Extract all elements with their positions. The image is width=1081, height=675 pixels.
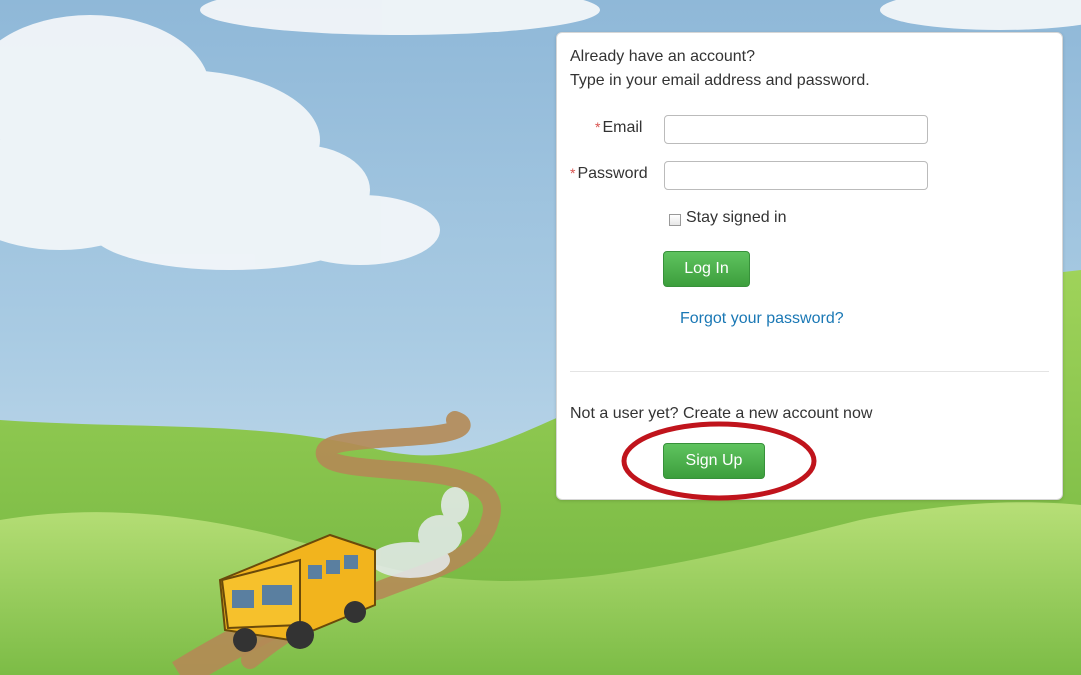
intro-line-2: Type in your email address and password. — [570, 72, 870, 89]
password-label: * Password — [570, 165, 648, 183]
stay-signed-in-checkbox[interactable] — [669, 213, 681, 226]
email-label-text: Email — [602, 119, 643, 136]
email-label: * Email — [595, 119, 642, 137]
stay-signed-in-label: Stay signed in — [686, 209, 787, 226]
log-in-button[interactable]: Log In — [663, 251, 750, 287]
divider — [570, 371, 1049, 372]
password-input[interactable] — [664, 161, 928, 190]
intro-line-1: Already have an account? — [570, 48, 756, 65]
login-intro: Already have an account? Type in your em… — [570, 45, 870, 93]
stay-signed-in[interactable]: Stay signed in — [669, 209, 787, 227]
required-marker: * — [570, 165, 576, 181]
signup-prompt: Not a user yet? Create a new account now — [570, 405, 873, 422]
required-marker: * — [595, 119, 601, 135]
forgot-password-link[interactable]: Forgot your password? — [680, 310, 844, 328]
login-panel: Already have an account? Type in your em… — [556, 32, 1063, 500]
email-input[interactable] — [664, 115, 928, 144]
password-label-text: Password — [577, 165, 648, 182]
sign-up-button[interactable]: Sign Up — [663, 443, 765, 479]
